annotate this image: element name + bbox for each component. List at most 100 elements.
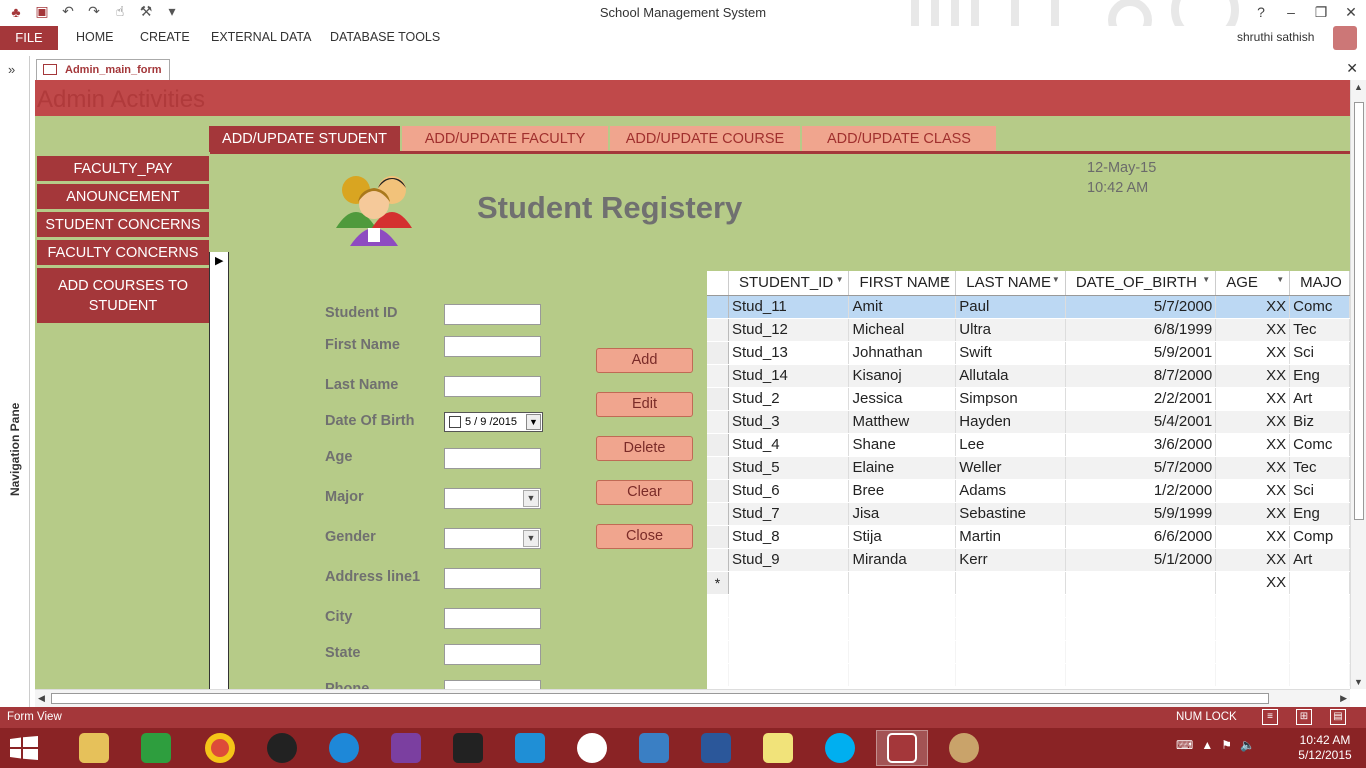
- major-select[interactable]: ▼: [444, 488, 541, 509]
- form-view-icon[interactable]: ≡: [1262, 709, 1278, 725]
- row-selector[interactable]: [707, 318, 729, 342]
- table-cell[interactable]: Simpson: [955, 387, 1066, 411]
- table-cell[interactable]: Art: [1289, 548, 1350, 572]
- table-cell[interactable]: Ultra: [955, 318, 1066, 342]
- volume-icon[interactable]: 🔈: [1240, 738, 1255, 752]
- row-selector[interactable]: [707, 295, 729, 319]
- table-cell[interactable]: Stud_12: [728, 318, 850, 342]
- select-all-cell[interactable]: [707, 271, 729, 296]
- table-cell[interactable]: Kerr: [955, 548, 1066, 572]
- dob-date-picker[interactable]: 5 / 9 /2015 ▼: [444, 412, 543, 432]
- scroll-thumb[interactable]: [51, 693, 1269, 704]
- table-cell[interactable]: Matthew: [848, 410, 957, 434]
- faculty-concerns-button[interactable]: FACULTY CONCERNS: [37, 240, 209, 265]
- table-cell[interactable]: Weller: [955, 456, 1066, 480]
- table-row[interactable]: Stud_11 Amit Paul 5/7/2000 XX Comc: [707, 295, 1350, 319]
- first-name-input[interactable]: [444, 336, 541, 357]
- city-input[interactable]: [444, 608, 541, 629]
- table-cell[interactable]: Kisanoj: [848, 364, 957, 388]
- column-header[interactable]: AGE ▼: [1215, 271, 1291, 296]
- faculty-pay-button[interactable]: FACULTY_PAY: [37, 156, 209, 181]
- table-row[interactable]: Stud_5 Elaine Weller 5/7/2000 XX Tec: [707, 456, 1350, 480]
- table-row[interactable]: Stud_9 Miranda Kerr 5/1/2000 XX Art: [707, 548, 1350, 572]
- gender-select[interactable]: ▼: [444, 528, 541, 549]
- row-selector[interactable]: [707, 410, 729, 434]
- taskbar-amazon[interactable]: [442, 730, 494, 766]
- row-selector[interactable]: [707, 456, 729, 480]
- row-selector[interactable]: [707, 525, 729, 549]
- table-cell[interactable]: Tec: [1289, 456, 1350, 480]
- add-button[interactable]: Add: [596, 348, 693, 373]
- table-row[interactable]: Stud_12 Micheal Ultra 6/8/1999 XX Tec: [707, 318, 1350, 342]
- table-cell[interactable]: XX: [1215, 295, 1291, 319]
- table-cell[interactable]: Stud_9: [728, 548, 850, 572]
- table-cell[interactable]: XX: [1215, 364, 1291, 388]
- expand-nav-icon[interactable]: »: [8, 62, 15, 77]
- row-selector[interactable]: [707, 387, 729, 411]
- table-cell[interactable]: Stud_5: [728, 456, 850, 480]
- table-cell[interactable]: XX: [1215, 479, 1291, 503]
- tab-add-update-student[interactable]: ADD/UPDATE STUDENT: [209, 126, 400, 152]
- table-cell[interactable]: Jessica: [848, 387, 957, 411]
- table-cell[interactable]: Adams: [955, 479, 1066, 503]
- table-cell[interactable]: XX: [1215, 571, 1291, 595]
- table-cell[interactable]: Biz: [1289, 410, 1350, 434]
- table-row[interactable]: Stud_3 Matthew Hayden 5/4/2001 XX Biz: [707, 410, 1350, 434]
- table-cell[interactable]: Swift: [955, 341, 1066, 365]
- scroll-down-icon[interactable]: ▼: [1354, 677, 1363, 687]
- table-cell[interactable]: Eng: [1289, 364, 1350, 388]
- table-cell[interactable]: 8/7/2000: [1065, 364, 1217, 388]
- column-header[interactable]: STUDENT_ID ▼: [728, 271, 850, 296]
- table-cell[interactable]: XX: [1215, 318, 1291, 342]
- ribbon-tab-database-tools[interactable]: DATABASE TOOLS: [330, 30, 440, 44]
- table-cell[interactable]: Paul: [955, 295, 1066, 319]
- table-cell[interactable]: Stud_2: [728, 387, 850, 411]
- scroll-thumb[interactable]: [1354, 102, 1364, 520]
- flag-icon[interactable]: ⚑: [1221, 738, 1232, 752]
- taskbar-onedrive[interactable]: [504, 730, 556, 766]
- table-row[interactable]: Stud_2 Jessica Simpson 2/2/2001 XX Art: [707, 387, 1350, 411]
- table-cell[interactable]: 6/8/1999: [1065, 318, 1217, 342]
- table-cell[interactable]: Amit: [848, 295, 957, 319]
- row-selector[interactable]: [707, 479, 729, 503]
- table-row[interactable]: Stud_4 Shane Lee 3/6/2000 XX Comc: [707, 433, 1350, 457]
- close-window-icon[interactable]: ✕: [1336, 0, 1366, 24]
- announcement-button[interactable]: ANOUNCEMENT: [37, 184, 209, 209]
- navigation-pane-label[interactable]: Navigation Pane: [8, 396, 22, 496]
- table-cell[interactable]: Miranda: [848, 548, 957, 572]
- table-cell[interactable]: XX: [1215, 456, 1291, 480]
- table-cell[interactable]: XX: [1215, 433, 1291, 457]
- table-cell[interactable]: Martin: [955, 525, 1066, 549]
- table-cell[interactable]: Art: [1289, 387, 1350, 411]
- row-selector[interactable]: [707, 364, 729, 388]
- table-cell[interactable]: Stud_6: [728, 479, 850, 503]
- tab-add-update-class[interactable]: ADD/UPDATE CLASS: [802, 126, 996, 152]
- layout-view-icon[interactable]: ▤: [1330, 709, 1346, 725]
- add-courses-to-student-button[interactable]: ADD COURSES TO STUDENT: [37, 268, 209, 323]
- taskbar-visio[interactable]: [690, 730, 742, 766]
- table-cell[interactable]: [728, 571, 850, 595]
- horizontal-scrollbar[interactable]: ◀ ▶: [35, 689, 1350, 707]
- restore-icon[interactable]: ❐: [1306, 0, 1336, 24]
- table-cell[interactable]: Eng: [1289, 502, 1350, 526]
- table-cell[interactable]: 5/7/2000: [1065, 456, 1217, 480]
- student-id-input[interactable]: [444, 304, 541, 325]
- vertical-scrollbar[interactable]: ▲ ▼: [1350, 80, 1366, 689]
- chevron-down-icon[interactable]: ▼: [526, 414, 541, 430]
- ribbon-tab-external-data[interactable]: EXTERNAL DATA: [211, 30, 311, 44]
- table-cell[interactable]: Lee: [955, 433, 1066, 457]
- table-cell[interactable]: Micheal: [848, 318, 957, 342]
- column-menu-icon[interactable]: ▼: [1052, 275, 1060, 284]
- table-cell[interactable]: Shane: [848, 433, 957, 457]
- chevron-down-icon[interactable]: ▼: [523, 490, 539, 507]
- taskbar-clock[interactable]: 10:42 AM 5/12/2015: [1290, 733, 1360, 763]
- table-cell[interactable]: Stud_7: [728, 502, 850, 526]
- table-cell[interactable]: 5/4/2001: [1065, 410, 1217, 434]
- table-cell[interactable]: Comc: [1289, 295, 1350, 319]
- record-selector[interactable]: ▶: [209, 252, 229, 689]
- new-record-marker[interactable]: *: [707, 571, 729, 595]
- user-name[interactable]: shruthi sathish: [1237, 30, 1314, 44]
- column-header[interactable]: MAJO: [1289, 271, 1350, 296]
- table-cell[interactable]: Elaine: [848, 456, 957, 480]
- column-header[interactable]: LAST NAME ▼: [955, 271, 1066, 296]
